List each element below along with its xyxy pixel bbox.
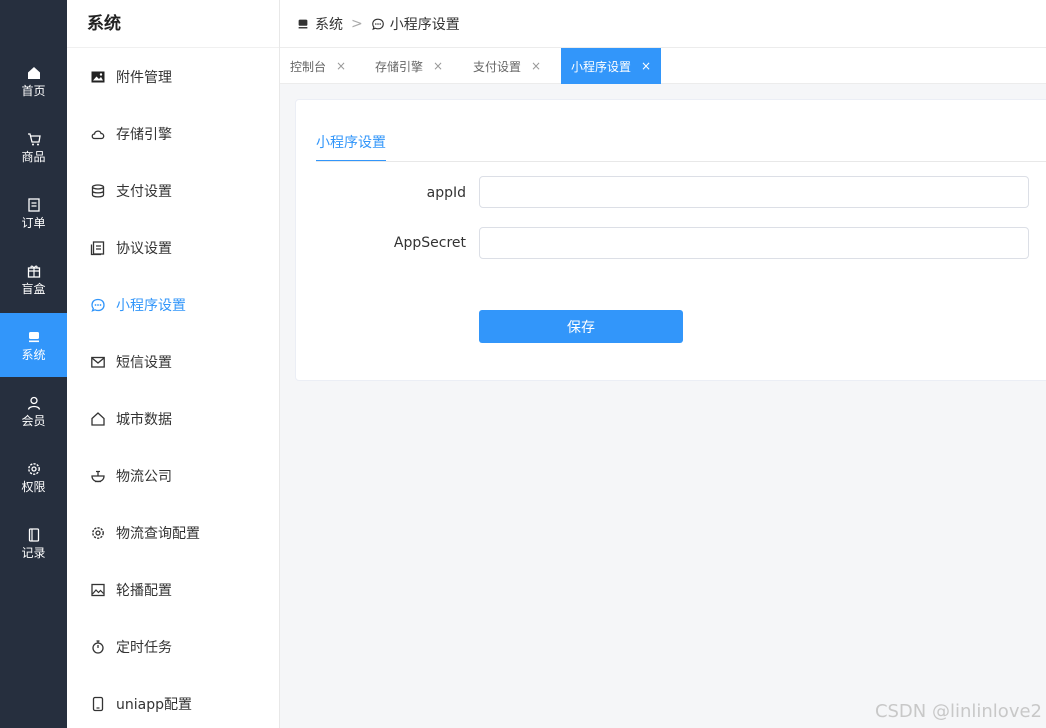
tab-storage[interactable]: 存储引擎 × — [365, 48, 453, 84]
breadcrumb-current: 小程序设置 — [389, 16, 460, 33]
cart-icon — [27, 132, 41, 145]
gear-icon — [27, 462, 40, 475]
sidebar-item-label: 轮播配置 — [116, 583, 172, 599]
sidebar-item-payment[interactable]: 支付设置 — [67, 171, 280, 211]
tab-label: 支付设置 — [473, 59, 522, 74]
nav-item-orders[interactable]: 订单 — [0, 181, 67, 245]
nav-item-goods[interactable]: 商品 — [0, 115, 67, 179]
tab-console[interactable]: 控制台 × — [280, 48, 356, 84]
close-icon[interactable]: × — [433, 59, 443, 73]
breadcrumb-root[interactable]: 系统 — [315, 14, 343, 34]
sidebar-item-storage[interactable]: 存储引擎 — [67, 114, 280, 154]
nav-item-members[interactable]: 会员 — [0, 379, 67, 443]
appsecret-label: AppSecret — [393, 235, 466, 251]
sidebar-item-label: uniapp配置 — [116, 697, 192, 713]
sidebar-item-agreement[interactable]: 协议设置 — [67, 228, 280, 268]
order-icon — [27, 197, 40, 212]
bowl-icon — [91, 470, 105, 483]
monitor-icon — [28, 331, 39, 342]
nav-item-records[interactable]: 记录 — [0, 511, 67, 575]
tab-bar: 控制台 × 存储引擎 × 支付设置 × 小程序设置 × — [280, 48, 1046, 84]
sidebar-item-label: 协议设置 — [116, 241, 172, 257]
sub-sidebar: 系统 附件管理 存储引擎 支付设置 协议设置 小程序设置 短信设置 城市数据 物… — [67, 0, 280, 728]
primary-nav: 首页 商品 订单 盲盒 系统 会员 权限 记录 — [0, 0, 67, 728]
gear-icon — [92, 527, 104, 539]
appsecret-field[interactable] — [479, 227, 1029, 259]
monitor-icon — [298, 19, 308, 28]
mail-icon — [91, 356, 105, 368]
save-button[interactable]: 保存 — [479, 310, 683, 343]
database-icon — [91, 184, 105, 198]
sidebar-item-carousel[interactable]: 轮播配置 — [67, 570, 280, 610]
sidebar-item-label: 小程序设置 — [116, 298, 186, 314]
sidebar-item-label: 物流查询配置 — [116, 526, 200, 542]
sidebar-item-sms[interactable]: 短信设置 — [67, 342, 280, 382]
sidebar-item-label: 附件管理 — [116, 70, 172, 86]
chat-icon — [371, 18, 384, 30]
close-icon[interactable]: × — [641, 59, 651, 73]
home-icon — [27, 66, 40, 79]
sidebar-item-label: 存储引擎 — [116, 127, 172, 143]
tab-miniprogram-settings[interactable]: 小程序设置 — [316, 132, 386, 162]
sidebar-item-label: 物流公司 — [116, 469, 172, 485]
tab-label: 小程序设置 — [571, 59, 632, 74]
watermark: CSDN @linlinlove2 — [874, 701, 1042, 722]
nav-item-label: 系统 — [21, 347, 46, 362]
phone-icon — [92, 696, 104, 712]
nav-item-blindbox[interactable]: 盲盒 — [0, 247, 67, 311]
sidebar-item-label: 定时任务 — [116, 640, 172, 656]
tab-divider — [316, 161, 1046, 162]
nav-item-label: 会员 — [21, 413, 46, 428]
sidebar-item-logistics-query[interactable]: 物流查询配置 — [67, 513, 280, 553]
sidebar-item-logistics[interactable]: 物流公司 — [67, 456, 280, 496]
nav-item-label: 盲盒 — [21, 281, 46, 296]
sidebar-item-uniapp[interactable]: uniapp配置 — [67, 684, 280, 724]
document-icon — [90, 241, 105, 256]
close-icon[interactable]: × — [531, 59, 541, 73]
settings-card: 小程序设置 appId AppSecret 保存 — [295, 99, 1046, 381]
sidebar-title: 系统 — [67, 0, 279, 48]
house-icon — [91, 412, 105, 426]
breadcrumb: 系统 > 小程序设置 — [280, 0, 1046, 48]
sidebar-item-cron[interactable]: 定时任务 — [67, 627, 280, 667]
appid-field[interactable] — [479, 176, 1029, 208]
nav-item-label: 首页 — [21, 83, 46, 98]
nav-item-system[interactable]: 系统 — [0, 313, 67, 377]
sidebar-item-label: 城市数据 — [116, 412, 172, 428]
tab-payment[interactable]: 支付设置 × — [463, 48, 551, 84]
nav-item-permissions[interactable]: 权限 — [0, 445, 67, 509]
breadcrumb-separator: > — [351, 15, 363, 32]
tab-label: 控制台 — [290, 59, 327, 74]
appid-label: appId — [426, 185, 466, 201]
nav-item-label: 记录 — [21, 545, 46, 560]
close-icon[interactable]: × — [336, 59, 346, 73]
nav-item-label: 订单 — [21, 215, 46, 230]
timer-icon — [92, 640, 104, 654]
sidebar-item-label: 支付设置 — [116, 184, 172, 200]
image-icon — [91, 71, 105, 83]
picture-icon — [91, 583, 105, 597]
tab-label: 存储引擎 — [375, 59, 424, 74]
book-icon — [28, 527, 39, 542]
nav-item-label: 权限 — [21, 479, 46, 494]
tab-miniprogram[interactable]: 小程序设置 × — [561, 48, 662, 84]
sidebar-item-city[interactable]: 城市数据 — [67, 399, 280, 439]
chat-icon — [91, 298, 105, 312]
user-icon — [27, 396, 40, 410]
nav-item-label: 商品 — [21, 149, 46, 164]
sidebar-item-attachments[interactable]: 附件管理 — [67, 57, 280, 97]
nav-item-home[interactable]: 首页 — [0, 49, 67, 113]
cloud-icon — [91, 130, 105, 140]
sidebar-item-label: 短信设置 — [116, 355, 172, 371]
gift-icon — [27, 265, 40, 278]
sidebar-item-miniprogram[interactable]: 小程序设置 — [67, 285, 280, 325]
